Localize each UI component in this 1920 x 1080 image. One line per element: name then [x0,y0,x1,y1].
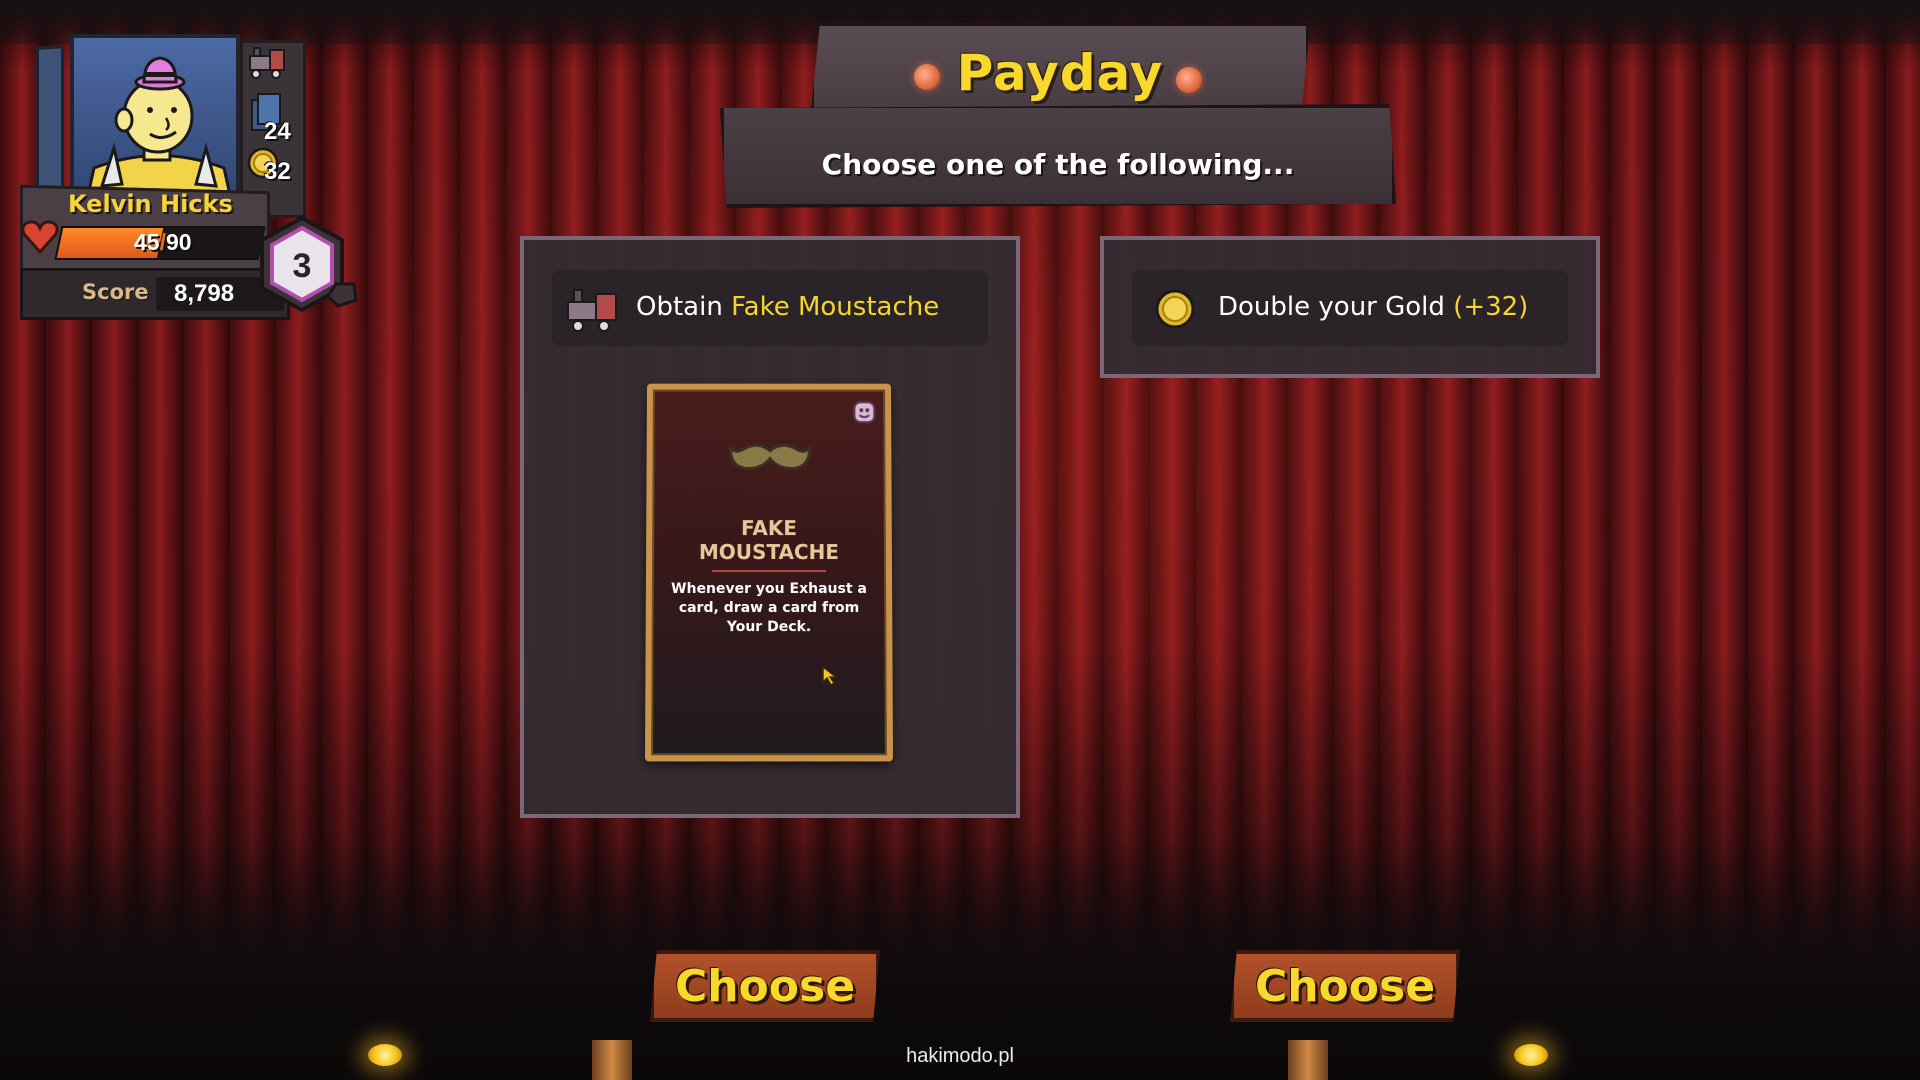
option-2-prefix: Double your Gold [1218,292,1454,322]
relic-card[interactable]: FAKE MOUSTACHE Whenever you Exhaust a ca… [644,383,894,762]
player-portrait[interactable] [70,34,240,209]
option-label-box: Double your Gold (+32) [1132,270,1568,346]
card-name-line2: MOUSTACHE [698,540,840,565]
choose-button-option-2[interactable]: Choose [1230,950,1460,1022]
health-current: 45 [134,229,160,255]
train-relic-icon[interactable] [246,44,290,80]
level-value: 3 [293,247,312,285]
health-max: 90 [165,229,192,255]
player-name: Kelvin Hicks [68,190,233,218]
gold-count: 32 [264,158,291,185]
score-label: Score [82,280,149,304]
card-name: FAKE MOUSTACHE [652,516,886,564]
watermark-text: hakimodo.pl [906,1045,1014,1067]
option-label-box: Obtain Fake Moustache [552,270,988,346]
event-subtitle: Choose one of the following... [821,148,1295,181]
portrait-backplate [36,45,64,203]
heart-icon [21,220,59,254]
deck-count: 24 [264,118,291,145]
option-1-highlight: Fake Moustache [731,292,940,322]
option-1-prefix: Obtain [636,292,732,322]
card-name-line1: FAKE [741,516,797,541]
moustache-icon [728,439,812,479]
train-relic-icon [567,289,617,332]
card-description: Whenever you Exhaust a card, draw a card… [671,580,867,636]
level-badge-icon[interactable]: 3 [258,214,358,314]
option-1-label: Obtain Fake Moustache [636,292,939,322]
health-text: 45/90 [134,229,192,256]
option-panel-gold[interactable]: Double your Gold (+32) [1100,236,1600,378]
gold-coin-icon [1155,289,1195,329]
option-2-highlight: (+32) [1453,292,1529,322]
player-panel: 24 32 Kelvin Hicks 45/90 Score 8,798 3 [14,30,358,330]
choose-button-option-1[interactable]: Choose [650,950,880,1022]
event-title: Payday [956,44,1164,102]
clown-avatar-icon [84,56,234,205]
card-divider [711,570,827,572]
relic-type-icon [851,399,877,425]
mouse-cursor-icon [822,666,839,686]
option-2-label: Double your Gold (+32) [1218,292,1528,322]
